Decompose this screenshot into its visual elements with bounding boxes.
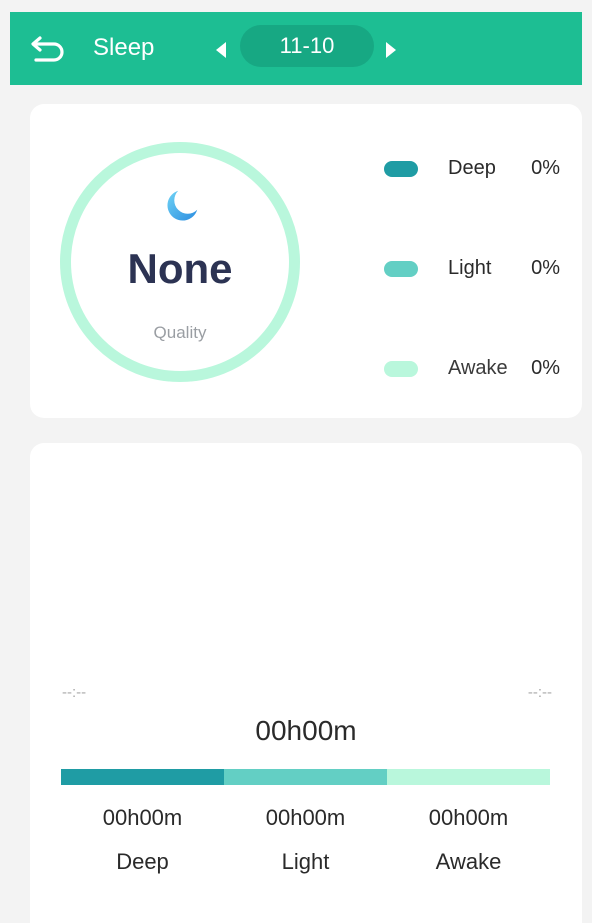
- sleep-summary-card: None Quality Deep 0% Light 0% Awake 0%: [30, 104, 582, 418]
- stat-label: Light: [281, 849, 330, 874]
- sleep-start-time: --:--: [62, 684, 87, 701]
- legend-percent: 0%: [531, 157, 560, 179]
- back-icon[interactable]: [30, 34, 70, 64]
- quality-ring: None Quality: [60, 142, 300, 382]
- stat-awake: 00h00m Awake: [387, 805, 550, 875]
- stat-time: 00h00m: [428, 805, 509, 830]
- legend-label: Awake: [448, 357, 508, 379]
- date-selector[interactable]: 11-10: [240, 25, 374, 67]
- legend-label: Deep: [448, 157, 496, 179]
- page-title: Sleep: [93, 34, 155, 61]
- bar-segment-deep: [61, 769, 224, 785]
- legend-swatch: [384, 161, 418, 177]
- legend-awake: Awake 0%: [384, 354, 574, 384]
- stat-deep: 00h00m Deep: [61, 805, 224, 875]
- legend-swatch: [384, 261, 418, 277]
- legend-light: Light 0%: [384, 254, 574, 284]
- legend-swatch: [384, 361, 418, 377]
- stat-label: Deep: [116, 849, 169, 874]
- sleep-detail-card: --:-- --:-- 00h00m 00h00m Deep 00h00m Li…: [30, 443, 582, 923]
- prev-date-icon[interactable]: [216, 42, 226, 58]
- legend-percent: 0%: [531, 357, 560, 379]
- quality-value: None: [127, 245, 233, 292]
- total-sleep-time: 00h00m: [255, 715, 357, 746]
- legend-percent: 0%: [531, 257, 560, 279]
- bar-segment-light: [224, 769, 387, 785]
- next-date-icon[interactable]: [386, 42, 396, 58]
- stat-time: 00h00m: [102, 805, 183, 830]
- bar-segment-awake: [387, 769, 550, 785]
- legend-deep: Deep 0%: [384, 154, 574, 184]
- quality-label: Quality: [153, 323, 207, 342]
- sleep-stage-bar: [61, 769, 550, 785]
- app-header: Sleep 11-10: [10, 12, 582, 85]
- stat-label: Awake: [435, 849, 502, 874]
- sleep-end-time: --:--: [527, 684, 552, 701]
- moon-icon: [167, 190, 198, 221]
- stat-time: 00h00m: [265, 805, 346, 830]
- legend-label: Light: [448, 257, 492, 279]
- stat-light: 00h00m Light: [224, 805, 387, 875]
